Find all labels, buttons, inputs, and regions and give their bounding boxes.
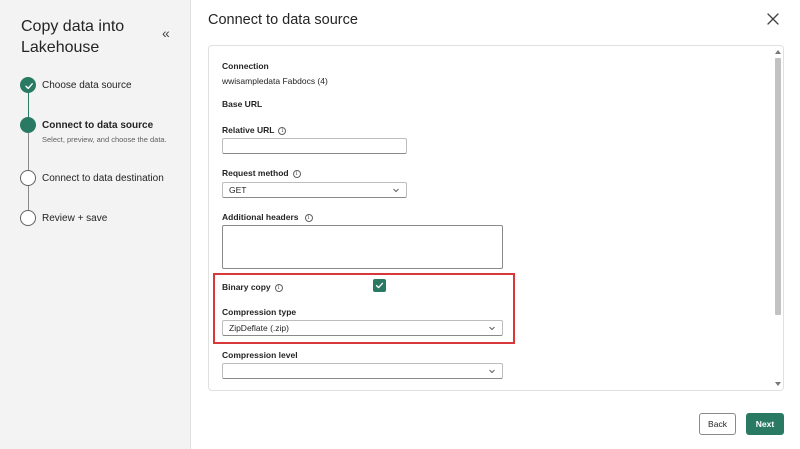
chevron-down-icon — [393, 188, 399, 193]
request-method-label-text: Request method — [222, 168, 289, 178]
base-url-label: Base URL — [222, 99, 263, 109]
step-pending-icon — [20, 210, 36, 226]
step-choose-data-source[interactable]: Choose data source — [42, 80, 132, 91]
info-icon[interactable]: i — [278, 127, 287, 135]
connection-label: Connection — [222, 61, 269, 71]
step-connect-to-data-source[interactable]: Connect to data source — [42, 120, 153, 131]
step-connector — [27, 93, 29, 119]
step-done-check-icon — [20, 77, 36, 93]
step-connector — [27, 133, 29, 170]
collapse-sidebar-icon[interactable]: « — [162, 26, 170, 40]
info-icon[interactable]: i — [292, 170, 301, 178]
wizard-sidebar: Copy data into Lakehouse « Choose data s… — [0, 0, 191, 449]
step-connector — [27, 186, 29, 210]
request-method-label: Request method i — [222, 168, 301, 178]
step-current-icon — [20, 117, 36, 133]
close-icon[interactable] — [764, 10, 782, 28]
step-review-save[interactable]: Review + save — [42, 213, 107, 224]
info-icon[interactable]: i — [304, 214, 313, 222]
step-description: Select, preview, and choose the data. — [42, 135, 167, 144]
relative-url-input[interactable] — [222, 138, 407, 154]
form-scrollbar[interactable] — [773, 46, 783, 390]
compression-level-select[interactable] — [222, 363, 503, 379]
additional-headers-textarea[interactable] — [222, 225, 503, 269]
scroll-down-icon[interactable] — [775, 382, 781, 386]
request-method-value: GET — [229, 185, 247, 195]
compression-level-label: Compression level — [222, 350, 298, 360]
wizard-title: Copy data into Lakehouse — [21, 18, 125, 56]
scroll-thumb[interactable] — [775, 58, 781, 315]
request-method-select[interactable]: GET — [222, 182, 407, 198]
next-button[interactable]: Next — [746, 413, 784, 435]
additional-headers-label: Additional headers i — [222, 212, 313, 222]
step-pending-icon — [20, 170, 36, 186]
connection-value: wwisampledata Fabdocs (4) — [222, 76, 328, 86]
chevron-down-icon — [489, 369, 495, 374]
step-connect-to-data-destination[interactable]: Connect to data destination — [42, 173, 164, 184]
highlight-box — [213, 273, 515, 344]
back-button[interactable]: Back — [699, 413, 736, 435]
relative-url-label-text: Relative URL — [222, 125, 275, 135]
scroll-up-icon[interactable] — [775, 50, 781, 54]
additional-headers-label-text: Additional headers — [222, 212, 299, 222]
relative-url-label: Relative URL i — [222, 125, 287, 135]
page-title: Connect to data source — [208, 12, 358, 28]
